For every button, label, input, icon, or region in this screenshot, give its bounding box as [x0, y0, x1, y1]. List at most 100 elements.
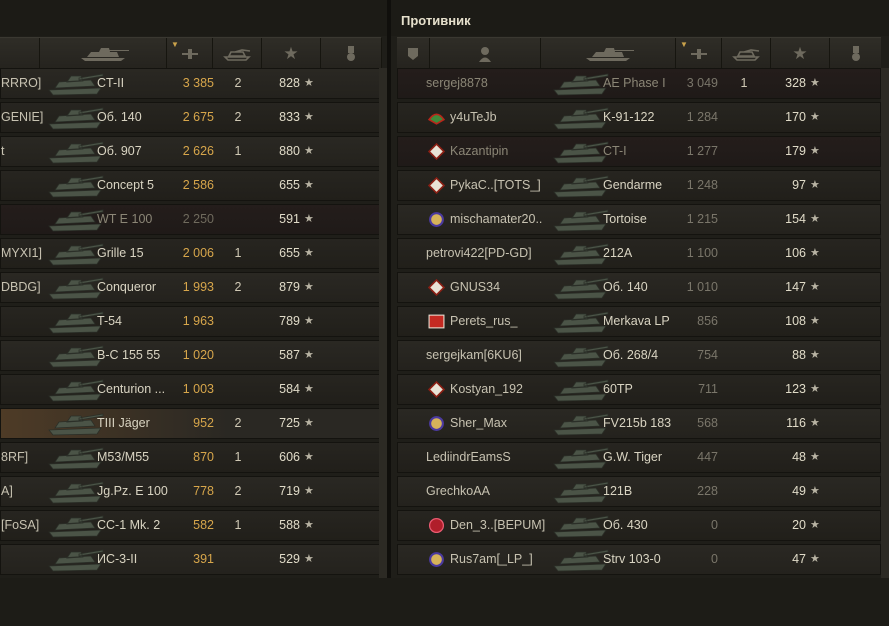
star-icon: ★	[283, 43, 299, 63]
player-name: GENIE]	[1, 110, 44, 124]
vehicle-name: B-C 155 55	[97, 348, 161, 362]
tank-silhouette-icon	[553, 209, 609, 232]
ally-header-vehicle[interactable]	[40, 38, 167, 69]
xp-value: 88	[792, 348, 806, 362]
enemy-player-row[interactable]: y4uTeJb K-91-122 1 284 170 ★	[397, 102, 881, 133]
xp-value: 529	[279, 552, 300, 566]
enemy-player-row[interactable]: Kostyan_192 60TP 711 123 ★	[397, 374, 881, 405]
ally-header-xp[interactable]: ★	[262, 38, 321, 69]
kills-value: 2	[234, 110, 242, 124]
enemy-header-kills[interactable]	[722, 38, 771, 69]
ally-player-row[interactable]: B-C 155 55 1 020 587 ★	[0, 340, 381, 371]
xp-star-icon: ★	[810, 315, 820, 327]
xp-star-icon: ★	[304, 145, 314, 157]
enemy-header-damage[interactable]: ▼	[676, 38, 722, 69]
damage-value: 778	[193, 484, 214, 498]
enemy-player-row[interactable]: Den_3..[BEPUM] Об. 430 0 20 ★	[397, 510, 881, 541]
enemy-player-row[interactable]: petrovi422[PD-GD] 212A 1 100 106 ★	[397, 238, 881, 269]
ally-header-damage[interactable]: ▼	[167, 38, 213, 69]
vehicle-name: CT-I	[603, 144, 627, 158]
tank-icon	[586, 47, 634, 61]
vehicle-name: Merkava LP	[603, 314, 670, 328]
ally-player-row[interactable]: Centurion ... 1 003 584 ★	[0, 374, 381, 405]
ally-player-row[interactable]: Concept 5 2 586 655 ★	[0, 170, 381, 201]
vehicle-name: Centurion ...	[97, 382, 166, 396]
kills-value: 1	[234, 246, 242, 260]
tank-silhouette-icon	[553, 447, 609, 470]
vehicle-name: 60TP	[603, 382, 633, 396]
tank-silhouette-icon	[553, 481, 609, 504]
damage-value: 447	[697, 450, 718, 464]
xp-value: 20	[792, 518, 806, 532]
enemy-header-xp[interactable]: ★	[771, 38, 830, 69]
vehicle-name: CT-II	[97, 76, 125, 90]
vehicle-name: Об. 907	[97, 144, 142, 158]
ally-header-medal[interactable]	[321, 38, 382, 69]
xp-value: 789	[279, 314, 300, 328]
enemy-player-row[interactable]: sergej8878 AE Phase I 3 049 1 328 ★	[397, 68, 881, 99]
xp-star-icon: ★	[810, 145, 820, 157]
vehicle-name: Jg.Pz. E 100	[97, 484, 168, 498]
clan-badge-diamond-icon	[428, 381, 445, 398]
vehicle-name: FV215b 183	[603, 416, 672, 430]
tank-silhouette-icon	[48, 447, 104, 470]
player-name: Kazantipin	[450, 144, 509, 158]
vehicle-name: Об. 140	[603, 280, 648, 294]
damage-value: 2 586	[182, 178, 214, 192]
xp-star-icon: ★	[810, 417, 820, 429]
enemy-header-platoon[interactable]	[397, 38, 430, 69]
xp-star-icon: ★	[810, 383, 820, 395]
enemy-player-row[interactable]: LediindrEamsS G.W. Tiger 447 48 ★	[397, 442, 881, 473]
vehicle-name: 212A	[603, 246, 633, 260]
enemy-player-row[interactable]: GrechkoAA 121B 228 49 ★	[397, 476, 881, 507]
ally-player-row[interactable]: MYXI1] Grille 15 2 006 1 655 ★	[0, 238, 381, 269]
enemy-player-row[interactable]: sergejkam[6KU6] Об. 268/4 754 88 ★	[397, 340, 881, 371]
xp-star-icon: ★	[810, 519, 820, 531]
ally-player-row[interactable]: TIII Jäger 952 2 725 ★	[0, 408, 381, 439]
damage-icon	[690, 48, 707, 59]
enemy-header-vehicle[interactable]	[541, 38, 676, 69]
ally-scrollbar[interactable]	[379, 68, 387, 578]
xp-value: 123	[785, 382, 806, 396]
damage-value: 711	[698, 382, 718, 396]
ally-player-row[interactable]: RRRO] CT-II 3 385 2 828 ★	[0, 68, 381, 99]
vehicle-name: TIII Jäger	[97, 416, 150, 430]
enemy-header-medal[interactable]	[830, 38, 881, 69]
xp-value: 47	[792, 552, 806, 566]
damage-value: 228	[697, 484, 718, 498]
damage-value: 1 003	[182, 382, 214, 396]
vehicle-name: ИС-3-II	[97, 552, 138, 566]
ally-player-row[interactable]: ИС-3-II 391 529 ★	[0, 544, 381, 575]
enemy-header: ▼ ★	[397, 37, 881, 70]
xp-star-icon: ★	[304, 281, 314, 293]
clan-badge-cog-icon	[429, 212, 444, 227]
enemy-player-row[interactable]: mischamater20.. Tortoise 1 215 154 ★	[397, 204, 881, 235]
ally-player-row[interactable]: GENIE] Об. 140 2 675 2 833 ★	[0, 102, 381, 133]
vehicle-name: Об. 268/4	[603, 348, 659, 362]
clan-badge-diamond-icon	[428, 143, 445, 160]
ally-player-row[interactable]: A] Jg.Pz. E 100 778 2 719 ★	[0, 476, 381, 507]
ally-player-row[interactable]: t Об. 907 2 626 1 880 ★	[0, 136, 381, 167]
ally-header-player[interactable]	[0, 38, 40, 69]
enemy-scrollbar[interactable]	[881, 68, 889, 578]
ally-player-row[interactable]: DBDG] Conqueror 1 993 2 879 ★	[0, 272, 381, 303]
ally-player-row[interactable]: 8RF] M53/M55 870 1 606 ★	[0, 442, 381, 473]
enemy-player-row[interactable]: GNUS34 Об. 140 1 010 147 ★	[397, 272, 881, 303]
xp-star-icon: ★	[304, 315, 314, 327]
enemy-player-row[interactable]: Sher_Max FV215b 183 568 116 ★	[397, 408, 881, 439]
ally-player-row[interactable]: T-54 1 963 789 ★	[0, 306, 381, 337]
damage-value: 2 626	[182, 144, 214, 158]
enemy-player-row[interactable]: Rus7am[_LP_] Strv 103-0 0 47 ★	[397, 544, 881, 575]
xp-star-icon: ★	[304, 451, 314, 463]
enemy-header-player[interactable]	[430, 38, 541, 69]
ally-player-row[interactable]: WT E 100 2 250 591 ★	[0, 204, 381, 235]
kills-value: 1	[234, 450, 242, 464]
ally-header-kills[interactable]	[213, 38, 262, 69]
ally-player-row[interactable]: [FoSA] СС-1 Mk. 2 582 1 588 ★	[0, 510, 381, 541]
enemy-player-row[interactable]: Perets_rus_ Merkava LP 856 108 ★	[397, 306, 881, 337]
enemy-player-row[interactable]: PykaC..[TOTS_] Gendarme 1 248 97 ★	[397, 170, 881, 201]
xp-star-icon: ★	[810, 179, 820, 191]
tank-silhouette-icon	[553, 175, 609, 198]
enemy-player-row[interactable]: Kazantipin CT-I 1 277 179 ★	[397, 136, 881, 167]
vehicle-name: Tortoise	[603, 212, 647, 226]
